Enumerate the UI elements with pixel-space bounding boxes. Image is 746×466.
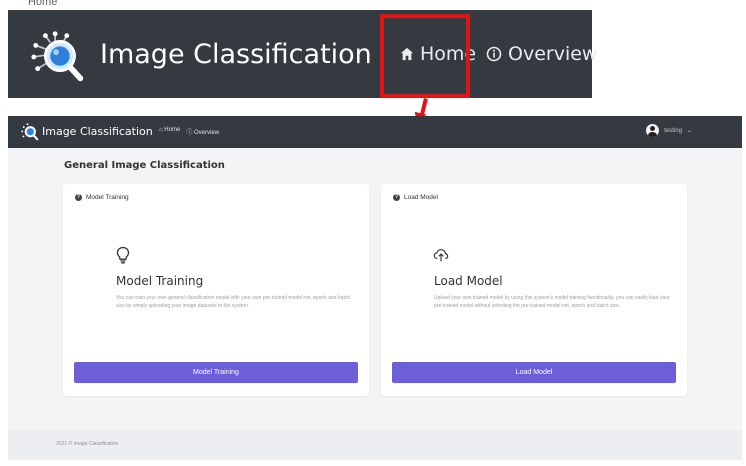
card-header: ? Model Training	[75, 194, 129, 201]
lightbulb-icon	[116, 246, 130, 264]
nav-home-label: Home	[164, 127, 181, 133]
load-model-card: ? Load Model Load Model Upload your own …	[381, 184, 687, 396]
nav-overview[interactable]: ⓘ Overview	[186, 127, 219, 136]
nav-home[interactable]: ⌂ Home	[159, 127, 180, 136]
callout-top-text: Home	[28, 0, 58, 8]
card-title: Model Training	[116, 274, 204, 288]
bottom-strip	[8, 460, 742, 466]
home-highlight-box	[380, 14, 470, 98]
user-icon	[646, 124, 660, 137]
card-description: Upload your own trained model by using t…	[434, 295, 670, 309]
app-logo-icon	[21, 123, 39, 141]
user-name: testing	[664, 127, 682, 134]
nav-links: ⌂ Home ⓘ Overview	[159, 127, 219, 136]
zoomed-app-title: Image Classification	[100, 39, 372, 70]
page-content: General Image Classification ? Model Tra…	[8, 148, 742, 430]
footer: 2021 © Image Classification	[8, 430, 742, 460]
zoomed-nav-overview[interactable]: Overview	[486, 43, 597, 65]
zoomed-header: Image Classification Home Overview	[8, 10, 597, 98]
nav-overview-label: Overview	[193, 130, 219, 136]
info-icon	[486, 46, 502, 62]
screenshot-frame: Home Image Classification Home Overview	[0, 0, 746, 466]
callout-top-label: Home	[0, 0, 746, 10]
zoomed-nav-overview-label: Overview	[508, 43, 598, 65]
card-header-label: Load Model	[404, 194, 438, 201]
top-navbar: Image Classification ⌂ Home ⓘ Overview t…	[8, 116, 742, 148]
card-header: ? Load Model	[393, 194, 438, 201]
load-model-button[interactable]: Load Model	[392, 362, 676, 383]
footer-text: 2021 © Image Classification	[56, 441, 119, 447]
app-title[interactable]: Image Classification	[42, 125, 153, 138]
user-menu[interactable]: testing ⌄	[646, 124, 692, 137]
question-icon: ?	[393, 194, 400, 201]
page-title: General Image Classification	[64, 160, 225, 171]
cloud-upload-icon	[433, 249, 449, 262]
model-training-card: ? Model Training Model Training You can …	[63, 184, 369, 396]
card-description: You can train your own general classific…	[116, 295, 351, 309]
card-header-label: Model Training	[86, 194, 129, 201]
card-title: Load Model	[434, 274, 503, 288]
chevron-down-icon: ⌄	[686, 128, 692, 134]
app-logo-icon	[31, 31, 84, 82]
question-icon: ?	[75, 194, 82, 201]
model-training-button[interactable]: Model Training	[74, 362, 358, 383]
